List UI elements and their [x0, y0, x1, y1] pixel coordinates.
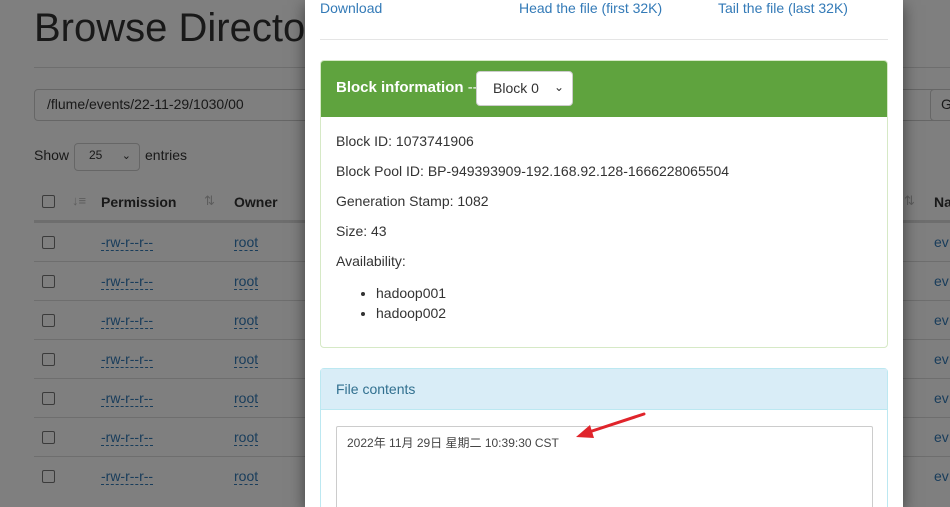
- tail-file-link[interactable]: Tail the file (last 32K): [718, 0, 848, 16]
- file-contents-title: File contents: [336, 381, 416, 397]
- download-link[interactable]: Download: [320, 0, 382, 16]
- block-select-value: Block 0: [493, 80, 539, 96]
- block-info-title: Block information --: [336, 79, 478, 96]
- availability-label: Availability:: [336, 253, 406, 269]
- block-info-header: Block information -- Block 0 ⌄: [321, 61, 887, 117]
- block-info-title-text: Block information: [336, 79, 464, 96]
- file-contents-header: File contents: [321, 369, 887, 410]
- host-item: hadoop002: [376, 303, 446, 323]
- block-info-panel: Block information -- Block 0 ⌄ Block ID:…: [320, 60, 888, 348]
- block-size: Size: 43: [336, 223, 387, 239]
- chevron-down-icon: ⌄: [553, 80, 564, 94]
- block-pool-id: Block Pool ID: BP-949393909-192.168.92.1…: [336, 163, 730, 179]
- availability-hosts: hadoop001 hadoop002: [376, 283, 446, 323]
- generation-stamp: Generation Stamp: 1082: [336, 193, 489, 209]
- block-select[interactable]: Block 0 ⌄: [476, 71, 573, 106]
- head-file-link[interactable]: Head the file (first 32K): [519, 0, 662, 16]
- file-actions: Download Head the file (first 32K) Tail …: [320, 0, 888, 40]
- annotation-arrow-icon: [576, 412, 646, 438]
- host-item: hadoop001: [376, 283, 446, 303]
- block-id: Block ID: 1073741906: [336, 133, 474, 149]
- file-contents-text: 2022年 11月 29日 星期二 10:39:30 CST: [347, 436, 559, 450]
